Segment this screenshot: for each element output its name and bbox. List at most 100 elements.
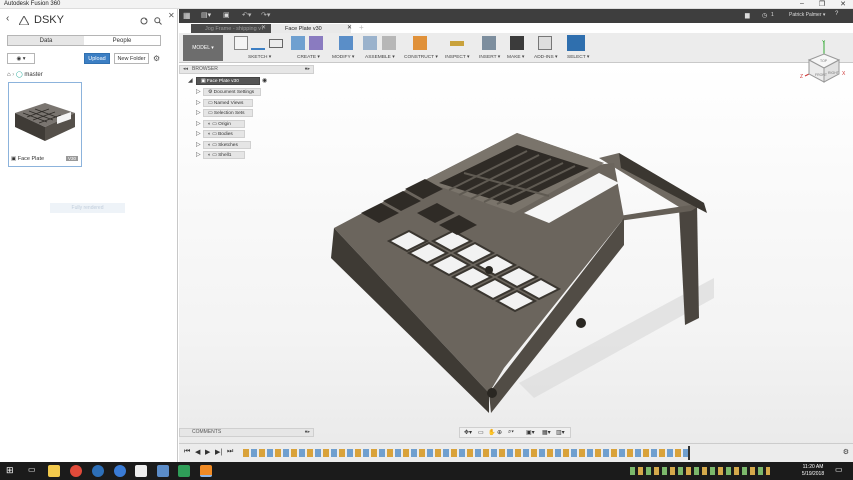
action-center-icon[interactable]: ▭ bbox=[835, 465, 843, 474]
timeline-start-icon[interactable]: ⏮ bbox=[184, 448, 190, 456]
browser-item-bodies[interactable]: ◐ ▭ Bodies bbox=[203, 130, 245, 138]
expand-bodies-icon[interactable]: ▷ bbox=[196, 130, 201, 137]
new-folder-button[interactable]: New Folder bbox=[114, 53, 149, 64]
close-panel-icon[interactable]: ✕ bbox=[168, 11, 175, 20]
browser-item-shell1[interactable]: ◐ ▭ Shell1 bbox=[203, 151, 245, 159]
search-icon[interactable] bbox=[154, 17, 162, 25]
task-view-icon[interactable]: ▭ bbox=[28, 465, 36, 474]
collapse-browser-icon[interactable]: ◂◂ bbox=[183, 66, 188, 73]
inspect-menu[interactable]: INSPECT ▾ bbox=[445, 55, 469, 60]
file-menu-icon[interactable]: ▤▾ bbox=[201, 11, 211, 19]
timeline-settings-icon[interactable]: ⚙ bbox=[843, 448, 849, 456]
insert-image-icon[interactable] bbox=[482, 36, 496, 50]
select-icon[interactable] bbox=[567, 35, 585, 51]
expand-sketches-icon[interactable]: ▷ bbox=[196, 141, 201, 148]
browser-item-origin[interactable]: ◐ ▭ Origin bbox=[203, 120, 245, 128]
view-cube[interactable]: FRONT RIGHT TOP Z X Y bbox=[799, 38, 849, 88]
chrome-icon[interactable] bbox=[70, 465, 82, 477]
new-component-icon[interactable] bbox=[363, 36, 377, 50]
select-menu[interactable]: SELECT ▾ bbox=[567, 55, 589, 60]
browser-item-document-settings[interactable]: ⚙ Document Settings bbox=[203, 88, 261, 96]
insert-menu[interactable]: INSERT ▾ bbox=[479, 55, 500, 60]
browser-item-sketches[interactable]: ◐ ▭ Sketches bbox=[203, 141, 251, 149]
refresh-icon[interactable] bbox=[140, 17, 148, 25]
assemble-menu[interactable]: ASSEMBLE ▾ bbox=[365, 55, 395, 60]
browser-icon[interactable] bbox=[92, 465, 104, 477]
rectangle-icon[interactable] bbox=[269, 39, 283, 48]
offset-plane-icon[interactable] bbox=[413, 36, 427, 50]
undo-icon[interactable]: ↶▾ bbox=[242, 11, 251, 19]
expand-named-views-icon[interactable]: ▷ bbox=[196, 99, 201, 106]
grid-menu-icon[interactable]: ▦ bbox=[183, 11, 191, 20]
modify-menu[interactable]: MODIFY ▾ bbox=[332, 55, 354, 60]
tab-data[interactable]: Data bbox=[8, 36, 84, 45]
tab-people[interactable]: People bbox=[84, 36, 160, 45]
app-icon-1[interactable] bbox=[114, 465, 126, 477]
create-menu[interactable]: CREATE ▾ bbox=[297, 55, 320, 60]
sketch-icon[interactable] bbox=[234, 36, 248, 50]
grid-settings-icon[interactable]: ▦▾ bbox=[542, 429, 551, 436]
display-settings-icon[interactable]: ▣▾ bbox=[526, 429, 535, 436]
save-icon[interactable]: ▣ bbox=[223, 11, 230, 19]
zoom-icon[interactable]: ⊕ bbox=[497, 429, 502, 436]
expand-document-settings-icon[interactable]: ▷ bbox=[196, 88, 201, 95]
add-ins-icon[interactable] bbox=[538, 36, 552, 50]
upload-button[interactable]: Upload bbox=[84, 53, 110, 64]
maximize-button[interactable]: ❐ bbox=[812, 0, 832, 8]
network-app-icon[interactable] bbox=[157, 465, 169, 477]
close-tab-face-plate-icon[interactable]: ✕ bbox=[347, 24, 352, 31]
user-menu[interactable]: Patrick Palmer ▾ bbox=[789, 12, 825, 18]
fusion-360-taskbar-icon[interactable] bbox=[200, 465, 212, 477]
comments-panel[interactable]: COMMENTS ●▸ bbox=[179, 428, 314, 437]
make-menu[interactable]: MAKE ▾ bbox=[507, 55, 524, 60]
line-icon[interactable] bbox=[251, 36, 265, 50]
fit-icon[interactable]: ⌕▾ bbox=[508, 429, 514, 436]
browser-options-icon[interactable]: ●▸ bbox=[304, 66, 310, 73]
notepad-icon[interactable] bbox=[135, 465, 147, 477]
add-ins-menu[interactable]: ADD-INS ▾ bbox=[534, 55, 557, 60]
settings-gear-icon[interactable]: ⚙ bbox=[153, 54, 160, 63]
browser-item-named-views[interactable]: ▭ Named Views bbox=[203, 99, 253, 107]
spreadsheet-icon[interactable] bbox=[178, 465, 190, 477]
expand-shell-icon[interactable]: ▷ bbox=[196, 151, 201, 158]
canvas-viewport[interactable]: ◂◂ BROWSER ●▸ ◢ ▣ Face Plate v30 ◉ ▷ ⚙ D… bbox=[179, 40, 853, 462]
close-button[interactable]: ✕ bbox=[833, 0, 853, 8]
view-toggle-button[interactable]: ◉ ▾ bbox=[7, 53, 35, 64]
joint-icon[interactable] bbox=[382, 36, 396, 50]
create-form-icon[interactable] bbox=[309, 36, 323, 50]
back-icon[interactable]: ‹ bbox=[6, 13, 9, 24]
help-icon[interactable]: ? bbox=[835, 11, 838, 17]
timeline-next-icon[interactable]: ▶| bbox=[215, 448, 222, 456]
system-tray-icons[interactable] bbox=[630, 467, 770, 475]
comments-options-icon[interactable]: ●▸ bbox=[304, 429, 310, 436]
chat-icon[interactable]: ▆ bbox=[745, 12, 750, 19]
windows-start-icon[interactable]: ⊞ bbox=[6, 465, 14, 476]
redo-icon[interactable]: ↷▾ bbox=[261, 11, 270, 19]
orbit-icon[interactable]: ✥▾ bbox=[464, 429, 472, 436]
expand-selection-sets-icon[interactable]: ▷ bbox=[196, 109, 201, 116]
file-explorer-icon[interactable] bbox=[48, 465, 60, 477]
face-plate-model[interactable] bbox=[319, 113, 719, 413]
job-status-icon[interactable]: ◷ bbox=[762, 12, 767, 19]
viewports-icon[interactable]: ▥▾ bbox=[556, 429, 565, 436]
timeline-prev-icon[interactable]: ◀ bbox=[195, 448, 200, 456]
look-at-icon[interactable]: ▭ bbox=[478, 429, 484, 436]
timeline-features[interactable] bbox=[243, 449, 688, 457]
timeline-play-icon[interactable]: ▶ bbox=[205, 448, 210, 456]
press-pull-icon[interactable] bbox=[339, 36, 353, 50]
3d-print-icon[interactable] bbox=[510, 36, 524, 50]
sketch-menu[interactable]: SKETCH ▾ bbox=[248, 55, 271, 60]
browser-root[interactable]: ▣ Face Plate v30 bbox=[196, 77, 260, 85]
browser-item-selection-sets[interactable]: ▭ Selection Sets bbox=[203, 109, 253, 117]
construct-menu[interactable]: CONSTRUCT ▾ bbox=[404, 55, 438, 60]
home-icon[interactable]: ⌂ bbox=[7, 72, 11, 78]
expand-origin-icon[interactable]: ▷ bbox=[196, 120, 201, 127]
minimize-button[interactable]: – bbox=[792, 0, 812, 7]
extrude-icon[interactable] bbox=[291, 36, 305, 50]
close-tab-jog-frame-icon[interactable]: ✕ bbox=[261, 24, 266, 31]
branch-label[interactable]: master bbox=[24, 72, 42, 78]
design-thumbnail[interactable]: ▣ Face Plate V30 bbox=[8, 82, 82, 167]
pan-icon[interactable]: ✋ bbox=[488, 429, 495, 436]
expand-root-icon[interactable]: ◢ bbox=[188, 77, 193, 84]
timeline-end-icon[interactable]: ⏭ bbox=[227, 448, 233, 456]
